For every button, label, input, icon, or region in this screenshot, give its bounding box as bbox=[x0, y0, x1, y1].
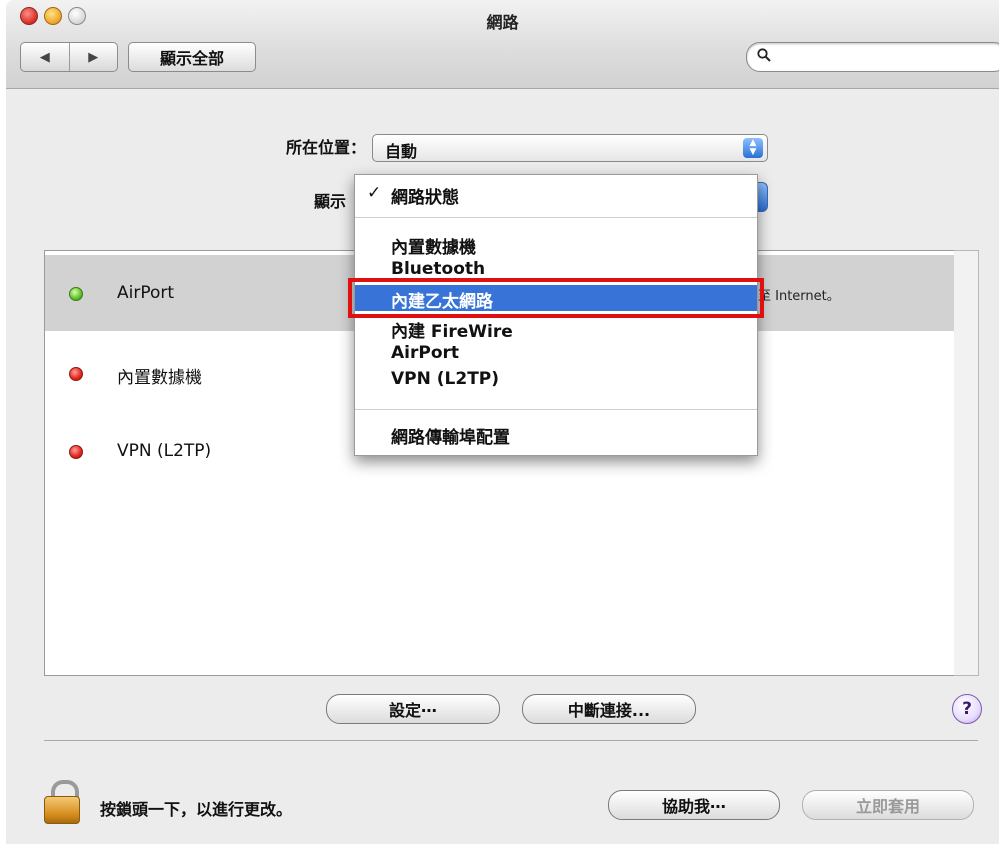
service-name: 內置數據機 bbox=[117, 368, 202, 388]
menu-separator bbox=[355, 409, 757, 410]
menu-item-airport[interactable]: AirPort bbox=[355, 341, 757, 367]
show-all-button[interactable]: 顯示全部 bbox=[128, 42, 256, 72]
back-button[interactable]: ◀ bbox=[21, 43, 70, 71]
show-dropdown-menu: ✓ 網路狀態 內置數據機 Bluetooth 內建乙太網路 內建 FireWir… bbox=[348, 174, 764, 456]
back-forward-control[interactable]: ◀ ▶ bbox=[20, 42, 118, 72]
apply-now-button[interactable]: 立即套用 bbox=[802, 790, 974, 820]
menu-separator bbox=[355, 217, 757, 218]
window-title: 網路 bbox=[486, 13, 519, 32]
lock-icon[interactable] bbox=[44, 780, 80, 824]
title-toolbar: 網路 ◀ ▶ 顯示全部 bbox=[6, 0, 999, 89]
lock-instruction: 按鎖頭一下，以進行更改。 bbox=[100, 800, 293, 819]
menu-item-vpn-l2tp[interactable]: VPN (L2TP) bbox=[355, 367, 757, 393]
configure-button[interactable]: 設定⋯ bbox=[326, 694, 500, 724]
menu-item-bluetooth[interactable]: Bluetooth bbox=[355, 257, 757, 283]
popup-arrows-icon: ▲ ▼ bbox=[743, 138, 763, 158]
help-button[interactable]: ? bbox=[952, 694, 982, 724]
location-popup[interactable]: 自動 ▲ ▼ bbox=[372, 134, 768, 162]
search-field[interactable] bbox=[746, 42, 999, 72]
menu-item-built-in-ethernet[interactable]: 內建乙太網路 bbox=[348, 278, 764, 318]
location-label: 所在位置： bbox=[285, 138, 366, 157]
assist-me-button[interactable]: 協助我⋯ bbox=[608, 790, 780, 820]
service-name: AirPort bbox=[117, 283, 175, 303]
menu-item-internal-modem[interactable]: 內置數據機 bbox=[355, 231, 757, 258]
bottom-divider bbox=[44, 740, 978, 741]
status-dot-icon bbox=[69, 287, 83, 301]
menu-item-network-status[interactable]: ✓ 網路狀態 bbox=[355, 181, 757, 208]
network-preferences-window: 網路 ◀ ▶ 顯示全部 所在位置： 自動 ▲ ▼ 顯示 AirPort 接至 In… bbox=[6, 0, 999, 844]
location-value: 自動 bbox=[385, 142, 418, 161]
show-label: 顯示 bbox=[313, 192, 346, 211]
checkmark-icon: ✓ bbox=[367, 183, 382, 203]
forward-button[interactable]: ▶ bbox=[70, 43, 118, 71]
status-dot-icon bbox=[69, 445, 83, 459]
service-name: VPN (L2TP) bbox=[117, 441, 212, 461]
menu-item-built-in-firewire[interactable]: 內建 FireWire bbox=[355, 315, 757, 342]
list-scrollbar[interactable] bbox=[954, 250, 979, 676]
search-icon bbox=[757, 47, 771, 66]
status-dot-icon bbox=[69, 367, 83, 381]
menu-item-port-configurations[interactable]: 網路傳輸埠配置 bbox=[355, 421, 757, 448]
service-status: 接至 Internet。 bbox=[745, 289, 840, 304]
disconnect-button[interactable]: 中斷連接... bbox=[522, 694, 696, 724]
